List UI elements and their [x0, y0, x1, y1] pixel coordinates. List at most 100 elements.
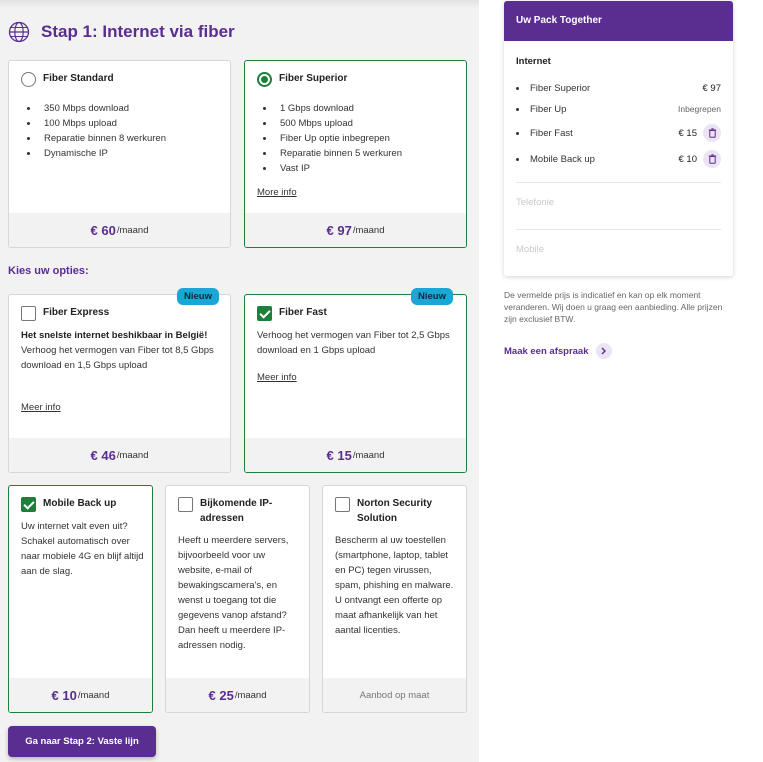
summary-item: Fiber Superior € 97: [516, 79, 721, 97]
option-checkbox[interactable]: [335, 497, 350, 512]
plan-price-period: /maand: [116, 224, 149, 236]
option-name: Fiber Fast: [279, 307, 327, 318]
bullet-dot: [516, 107, 519, 111]
option-description: Uw internet valt even uit? Schakel autom…: [21, 521, 144, 577]
option-price-bar: € 15 /maand: [245, 438, 466, 472]
meer-info-link[interactable]: Meer info: [21, 402, 61, 413]
plan-feature: 350 Mbps download: [25, 101, 166, 116]
option-price: € 10: [51, 687, 77, 703]
bullet-dot: [516, 131, 519, 135]
bullet-dot: [516, 86, 519, 90]
option-card-mobile-backup[interactable]: Mobile Back up Uw internet valt even uit…: [8, 485, 153, 713]
price-disclaimer: De vermelde prijs is indicatief en kan o…: [504, 290, 723, 324]
top-shadow: [0, 0, 479, 8]
option-card-norton[interactable]: Norton Security Solution Bescherm al uw …: [322, 485, 467, 713]
option-checkbox-checked[interactable]: [257, 306, 272, 321]
plan-card-header: Fiber Standard: [21, 71, 114, 87]
summary-item: Fiber Fast € 15: [516, 124, 721, 142]
option-price-period: /maand: [116, 449, 149, 461]
option-name: Bijkomende IP-adressen: [200, 498, 273, 524]
option-card-header: Bijkomende IP-adressen: [178, 496, 300, 526]
option-card-header: Fiber Fast: [257, 305, 327, 321]
summary-divider: [516, 182, 721, 183]
plan-feature: 500 Mbps upload: [261, 116, 402, 131]
globe-icon: [8, 21, 30, 43]
step-header: Stap 1: Internet via fiber: [8, 20, 235, 44]
plan-feature: 1 Gbps download: [261, 101, 402, 116]
option-card-fiber-express[interactable]: Fiber Express Het snelste internet beshi…: [8, 294, 231, 473]
meer-info-link[interactable]: Meer info: [257, 372, 297, 383]
plan-features: 1 Gbps download 500 Mbps upload Fiber Up…: [261, 101, 402, 176]
plan-price: € 60: [90, 222, 116, 238]
plan-feature: Vast IP: [261, 161, 402, 176]
summary-item: Mobile Back up € 10: [516, 150, 721, 168]
option-checkbox-checked[interactable]: [21, 497, 36, 512]
plan-radio-selected[interactable]: [257, 72, 272, 87]
plan-price: € 97: [326, 222, 352, 238]
option-price-text: Aanbod op maat: [359, 689, 430, 701]
option-price-bar: € 10 /maand: [9, 678, 152, 712]
chevron-right-icon: [595, 343, 612, 359]
option-price-period: /maand: [77, 689, 110, 701]
option-name: Norton Security Solution: [357, 498, 433, 524]
option-price-period: /maand: [352, 449, 385, 461]
option-description: Het snelste internet beshikbaar in Belgi…: [21, 328, 221, 373]
pack-summary: Uw Pack Together Internet Fiber Superior…: [504, 1, 733, 276]
appointment-link[interactable]: Maak een afspraak: [504, 343, 612, 359]
plan-feature: Dynamische IP: [25, 146, 166, 161]
option-price: € 25: [208, 687, 234, 703]
trash-icon: [708, 154, 716, 164]
option-description: Bescherm al uw toestellen (smartphone, l…: [335, 535, 454, 636]
option-checkbox[interactable]: [178, 497, 193, 512]
summary-divider: [516, 229, 721, 230]
remove-mobile-backup-button[interactable]: [703, 150, 721, 168]
new-badge: Nieuw: [177, 288, 219, 305]
option-card-header: Mobile Back up: [21, 496, 116, 512]
option-card-fiber-fast[interactable]: Fiber Fast Verhoog het vermogen van Fibe…: [244, 294, 467, 473]
summary-item-value: € 97: [702, 82, 722, 94]
summary-item-value: € 10: [678, 153, 698, 165]
summary-item-name: Fiber Superior: [530, 82, 591, 94]
option-price-bar: € 25 /maand: [166, 678, 309, 712]
option-desc-text: Verhoog het vermogen van Fiber tot 8,5 G…: [21, 345, 214, 371]
summary-item-name: Mobile Back up: [530, 153, 595, 165]
plan-feature: Reparatie binnen 8 werkuren: [25, 131, 166, 146]
plan-price-period: /maand: [352, 224, 385, 236]
plan-features: 350 Mbps download 100 Mbps upload Repara…: [25, 101, 166, 161]
summary-item: Fiber Up Inbegrepen: [516, 100, 721, 118]
plan-card-fiber-standard[interactable]: Fiber Standard 350 Mbps download 100 Mbp…: [8, 60, 231, 248]
summary-telefonie-label: Telefonie: [516, 197, 555, 208]
options-heading: Kies uw opties:: [8, 265, 89, 277]
option-card-extra-ip[interactable]: Bijkomende IP-adressen Heeft u meerdere …: [165, 485, 310, 713]
trash-icon: [708, 128, 716, 138]
option-price-period: /maand: [234, 689, 267, 701]
option-name: Mobile Back up: [43, 498, 117, 509]
option-name: Fiber Express: [43, 307, 110, 318]
summary-internet-label: Internet: [516, 56, 551, 67]
option-price: € 46: [90, 447, 116, 463]
option-card-header: Fiber Express: [21, 305, 109, 321]
new-badge: Nieuw: [411, 288, 453, 305]
summary-item-value: € 15: [678, 127, 698, 139]
next-step-button[interactable]: Ga naar Stap 2: Vaste lijn: [8, 726, 156, 757]
more-info-link[interactable]: More info: [257, 187, 297, 198]
plan-name: Fiber Superior: [279, 73, 348, 84]
summary-item-name: Fiber Up: [530, 103, 567, 115]
plan-radio[interactable]: [21, 72, 36, 87]
option-highlight: Het snelste internet beshikbaar in Belgi…: [21, 330, 208, 341]
option-price-bar: € 46 /maand: [9, 438, 230, 472]
summary-mobile-label: Mobile: [516, 244, 544, 255]
plan-price-bar: € 60 /maand: [9, 213, 230, 247]
option-description: Verhoog het vermogen van Fiber tot 2,5 G…: [257, 330, 450, 356]
plan-feature: Fiber Up optie inbegrepen: [261, 131, 402, 146]
remove-fiber-fast-button[interactable]: [703, 124, 721, 142]
plan-feature: 100 Mbps upload: [25, 116, 166, 131]
plan-card-header: Fiber Superior: [257, 71, 347, 87]
summary-item-value: Inbegrepen: [677, 104, 721, 114]
plan-feature: Reparatie binnen 5 werkuren: [261, 146, 402, 161]
plan-card-fiber-superior[interactable]: Fiber Superior 1 Gbps download 500 Mbps …: [244, 60, 467, 248]
appointment-link-label: Maak een afspraak: [504, 345, 589, 357]
step-title: Stap 1: Internet via fiber: [41, 22, 235, 41]
plan-price-bar: € 97 /maand: [245, 213, 466, 247]
option-checkbox[interactable]: [21, 306, 36, 321]
